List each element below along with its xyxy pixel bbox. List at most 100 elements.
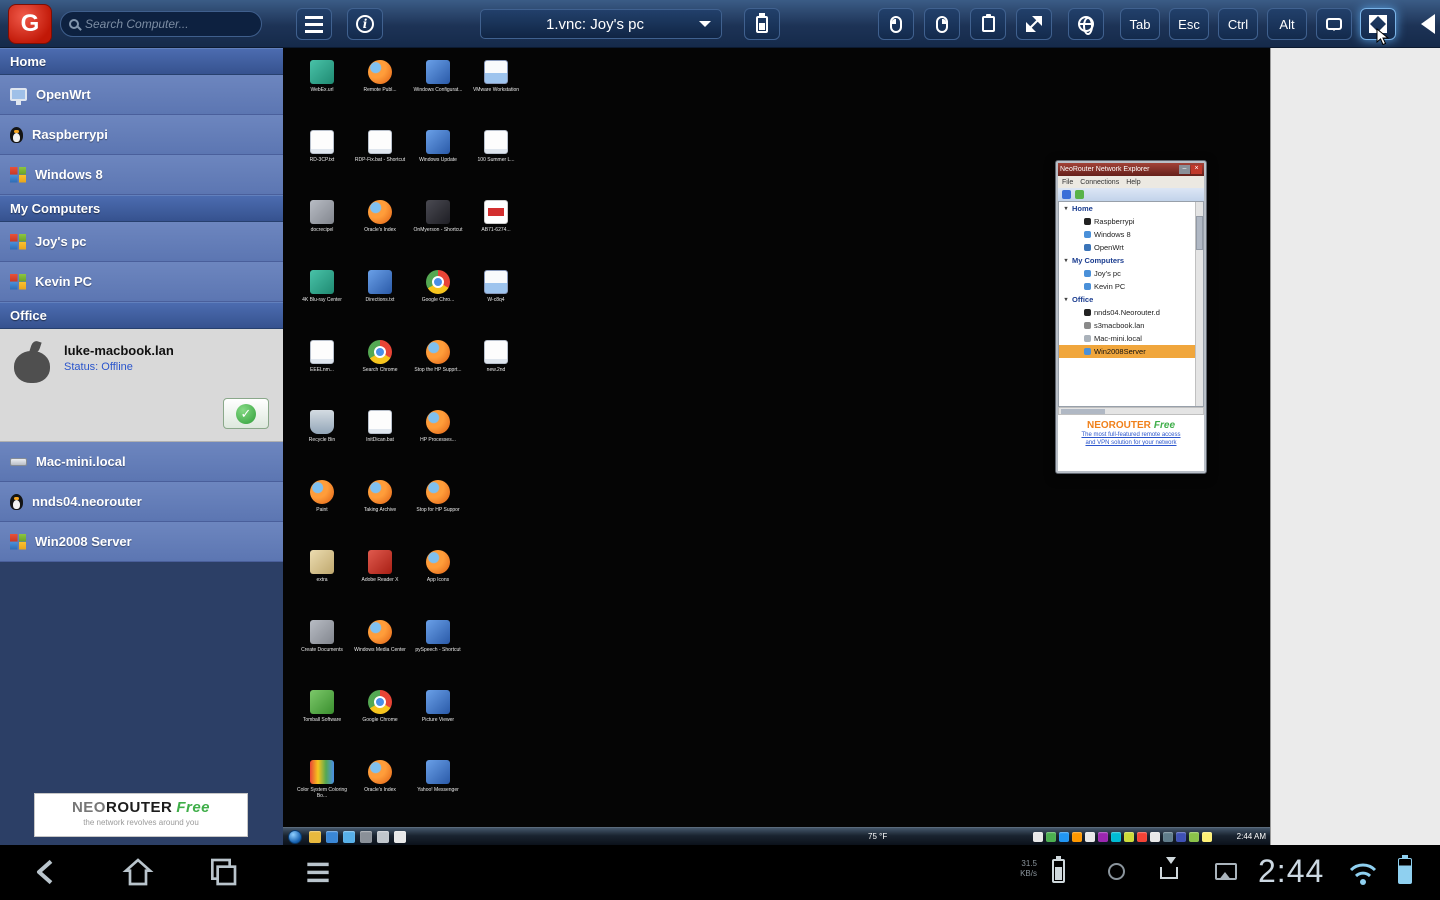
status-circle-icon[interactable] — [1108, 863, 1125, 880]
tree-item-win2008server[interactable]: Win2008Server — [1059, 345, 1203, 358]
key-tab-button[interactable]: Tab — [1120, 8, 1160, 40]
tree-item-my-computers[interactable]: ▾My Computers — [1059, 254, 1203, 267]
recent-apps-button[interactable] — [205, 856, 241, 888]
desktop-icon[interactable]: W-c8q4 — [467, 270, 525, 340]
wifi-icon[interactable] — [1348, 861, 1378, 887]
desktop-icon[interactable]: VMware Workstation — [467, 60, 525, 130]
desktop-icon[interactable]: RD-3CP.txt — [293, 130, 351, 200]
vertical-scrollbar[interactable] — [1195, 202, 1203, 406]
desktop-icon[interactable]: App Icons — [409, 550, 467, 620]
chat-button[interactable] — [1316, 8, 1352, 40]
tree-item-office[interactable]: ▾Office — [1059, 293, 1203, 306]
search-box[interactable] — [60, 11, 262, 37]
desktop-icon[interactable]: Windows Update — [409, 130, 467, 200]
taskbar-app-icon-3[interactable] — [360, 831, 372, 843]
desktop-icon[interactable]: Picture Viewer — [409, 690, 467, 760]
tree-item-raspberrypi[interactable]: Raspberrypi — [1059, 215, 1203, 228]
screenshot-status-icon[interactable] — [1215, 863, 1237, 880]
desktop-icon[interactable]: Windows Configurat... — [409, 60, 467, 130]
sidebar-item-raspberrypi[interactable]: Raspberrypi — [0, 115, 283, 155]
desktop-icon[interactable]: Oracle's Index — [351, 760, 409, 830]
desktop-icon[interactable]: Create Documents — [293, 620, 351, 690]
desktop-icon[interactable]: 4K Blu-ray Center — [293, 270, 351, 340]
desktop-icon[interactable]: new.2nd — [467, 340, 525, 410]
desktop-icon[interactable]: Stop for HP Suppor — [409, 480, 467, 550]
menu-help[interactable]: Help — [1126, 179, 1140, 186]
desktop-icon[interactable]: WebEx.url — [293, 60, 351, 130]
tree-item-home[interactable]: ▾Home — [1059, 202, 1203, 215]
tray-icon-5[interactable] — [1098, 832, 1108, 842]
tray-icon-8[interactable] — [1137, 832, 1147, 842]
taskbar-app-icon-5[interactable] — [394, 831, 406, 843]
tree-item-kevin-pc[interactable]: Kevin PC — [1059, 280, 1203, 293]
download-status-icon[interactable] — [1160, 867, 1178, 879]
menu-connections[interactable]: Connections — [1080, 179, 1119, 186]
desktop-icon[interactable]: RDP-Fix.bat - Shortcut — [351, 130, 409, 200]
toolbar-icon-0[interactable] — [1062, 190, 1071, 199]
sidebar-item-nnds04-neorouter[interactable]: nnds04.neorouter — [0, 482, 283, 522]
desktop-icon[interactable]: Tomball Software — [293, 690, 351, 760]
sidebar-item-kevin-pc[interactable]: Kevin PC — [0, 262, 283, 302]
desktop-icon[interactable]: Remote Publ... — [351, 60, 409, 130]
remote-window-titlebar[interactable]: NeoRouter Network Explorer — [1058, 163, 1204, 176]
tray-icon-1[interactable] — [1046, 832, 1056, 842]
desktop-icon[interactable]: Taking Archive — [351, 480, 409, 550]
tree-item-s3macbook-lan[interactable]: s3macbook.lan — [1059, 319, 1203, 332]
tray-icon-0[interactable] — [1033, 832, 1043, 842]
taskbar-app-icon-0[interactable] — [309, 831, 321, 843]
taskbar-app-icon-4[interactable] — [377, 831, 389, 843]
desktop-icon[interactable]: Recycle Bin — [293, 410, 351, 480]
tree-item-windows-8[interactable]: Windows 8 — [1059, 228, 1203, 241]
desktop-icon[interactable]: pySpeech - Shortcut — [409, 620, 467, 690]
scrollbar-thumb[interactable] — [1196, 216, 1203, 250]
tray-icon-11[interactable] — [1176, 832, 1186, 842]
start-button[interactable] — [288, 830, 302, 844]
key-alt-button[interactable]: Alt — [1267, 8, 1307, 40]
desktop-icon[interactable]: Color System Coloring Bo... — [293, 760, 351, 830]
desktop-icon[interactable]: Oracle's Index — [351, 200, 409, 270]
desktop-icon[interactable]: 100 Summer L... — [467, 130, 525, 200]
footer-link-text[interactable]: The most full-featured remote access — [1058, 431, 1204, 439]
desktop-icon[interactable]: Paint — [293, 480, 351, 550]
desktop-icon[interactable]: Yahoo! Messenger — [409, 760, 467, 830]
home-button[interactable] — [120, 856, 156, 888]
vnc-remote-desktop[interactable]: WebEx.urlRemote Publ...Windows Configura… — [283, 48, 1270, 845]
taskbar-app-icon-2[interactable] — [343, 831, 355, 843]
key-esc-button[interactable]: Esc — [1169, 8, 1209, 40]
sidebar-item-openwrt[interactable]: OpenWrt — [0, 75, 283, 115]
clipboard-button[interactable] — [970, 8, 1006, 40]
tray-icon-3[interactable] — [1072, 832, 1082, 842]
scrollbar-thumb[interactable] — [1061, 409, 1105, 414]
tray-icon-9[interactable] — [1150, 832, 1160, 842]
desktop-icon[interactable]: EEELnm... — [293, 340, 351, 410]
desktop-icon[interactable]: Stop the HP Supprt... — [409, 340, 467, 410]
status-battery-level-icon[interactable] — [1398, 858, 1412, 884]
tray-icon-2[interactable] — [1059, 832, 1069, 842]
desktop-icon[interactable]: Google Chro... — [409, 270, 467, 340]
tray-icon-10[interactable] — [1163, 832, 1173, 842]
desktop-icon[interactable]: Adobe Reader X — [351, 550, 409, 620]
session-dropdown[interactable]: 1.vnc: Joy's pc — [480, 9, 722, 39]
mouse-left-click-button[interactable] — [878, 8, 914, 40]
desktop-icon[interactable]: AB71-6274... — [467, 200, 525, 270]
app-logo-button[interactable]: G — [8, 4, 52, 44]
tray-icon-7[interactable] — [1124, 832, 1134, 842]
globe-button[interactable] — [1068, 8, 1104, 40]
search-input[interactable] — [85, 17, 245, 31]
horizontal-scrollbar[interactable] — [1058, 407, 1204, 415]
tray-icon-13[interactable] — [1202, 832, 1212, 842]
desktop-icon[interactable]: OnMyerson - Shortcut — [409, 200, 467, 270]
desktop-icon[interactable]: Google Chrome — [351, 690, 409, 760]
sidebar-computer-card-luke-macbook-lan[interactable]: luke-macbook.lanStatus: Offline✓ — [0, 329, 283, 442]
resize-button[interactable] — [1016, 8, 1052, 40]
tree-item-joy-s-pc[interactable]: Joy's pc — [1059, 267, 1203, 280]
desktop-icon[interactable]: InitDican.bat — [351, 410, 409, 480]
tree-item-nnds04-neorouter-d[interactable]: nnds04.Neorouter.d — [1059, 306, 1203, 319]
tray-icon-6[interactable] — [1111, 832, 1121, 842]
sidebar-item-joy-s-pc[interactable]: Joy's pc — [0, 222, 283, 262]
sidebar-item-windows-8[interactable]: Windows 8 — [0, 155, 283, 195]
desktop-icon[interactable]: extra — [293, 550, 351, 620]
minimize-icon[interactable] — [1179, 165, 1190, 174]
connect-button[interactable]: ✓ — [223, 398, 269, 429]
tray-icon-12[interactable] — [1189, 832, 1199, 842]
